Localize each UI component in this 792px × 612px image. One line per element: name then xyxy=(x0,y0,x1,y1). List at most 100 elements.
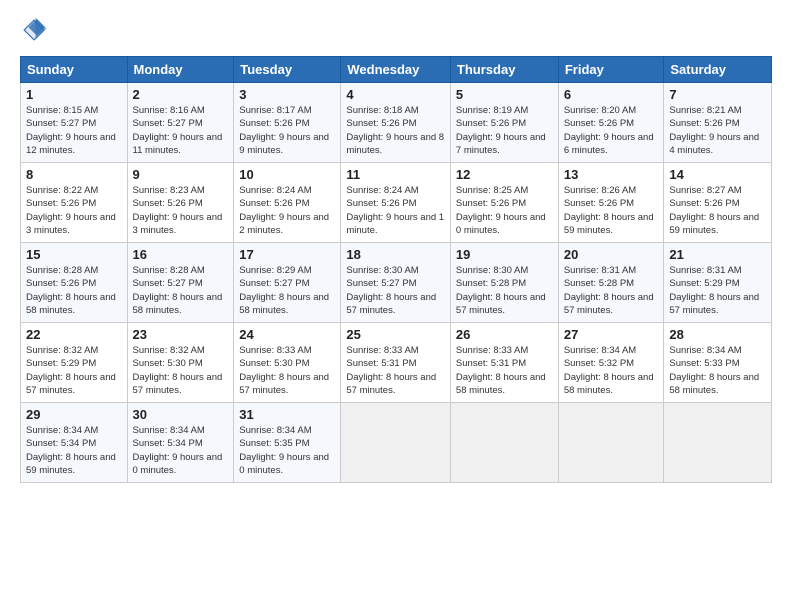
day-number: 8 xyxy=(26,167,122,182)
day-header-friday: Friday xyxy=(558,57,664,83)
calendar-cell: 2 Sunrise: 8:16 AM Sunset: 5:27 PM Dayli… xyxy=(127,83,234,163)
day-number: 13 xyxy=(564,167,659,182)
day-number: 9 xyxy=(133,167,229,182)
calendar-week-1: 8 Sunrise: 8:22 AM Sunset: 5:26 PM Dayli… xyxy=(21,163,772,243)
day-info: Sunrise: 8:23 AM Sunset: 5:26 PM Dayligh… xyxy=(133,184,229,237)
calendar-cell: 24 Sunrise: 8:33 AM Sunset: 5:30 PM Dayl… xyxy=(234,323,341,403)
calendar-cell: 29 Sunrise: 8:34 AM Sunset: 5:34 PM Dayl… xyxy=(21,403,128,483)
calendar-table: SundayMondayTuesdayWednesdayThursdayFrid… xyxy=(20,56,772,483)
day-info: Sunrise: 8:34 AM Sunset: 5:32 PM Dayligh… xyxy=(564,344,659,397)
calendar-cell: 4 Sunrise: 8:18 AM Sunset: 5:26 PM Dayli… xyxy=(341,83,451,163)
day-number: 22 xyxy=(26,327,122,342)
calendar-cell: 14 Sunrise: 8:27 AM Sunset: 5:26 PM Dayl… xyxy=(664,163,772,243)
day-info: Sunrise: 8:34 AM Sunset: 5:34 PM Dayligh… xyxy=(26,424,122,477)
day-number: 12 xyxy=(456,167,553,182)
calendar-cell xyxy=(558,403,664,483)
day-info: Sunrise: 8:34 AM Sunset: 5:33 PM Dayligh… xyxy=(669,344,766,397)
calendar-cell: 8 Sunrise: 8:22 AM Sunset: 5:26 PM Dayli… xyxy=(21,163,128,243)
day-info: Sunrise: 8:33 AM Sunset: 5:30 PM Dayligh… xyxy=(239,344,335,397)
day-number: 4 xyxy=(346,87,445,102)
day-number: 16 xyxy=(133,247,229,262)
day-info: Sunrise: 8:19 AM Sunset: 5:26 PM Dayligh… xyxy=(456,104,553,157)
day-info: Sunrise: 8:28 AM Sunset: 5:26 PM Dayligh… xyxy=(26,264,122,317)
calendar-cell: 16 Sunrise: 8:28 AM Sunset: 5:27 PM Dayl… xyxy=(127,243,234,323)
calendar-cell xyxy=(664,403,772,483)
day-header-monday: Monday xyxy=(127,57,234,83)
day-number: 15 xyxy=(26,247,122,262)
logo xyxy=(20,16,52,44)
day-number: 31 xyxy=(239,407,335,422)
calendar-cell: 20 Sunrise: 8:31 AM Sunset: 5:28 PM Dayl… xyxy=(558,243,664,323)
day-info: Sunrise: 8:16 AM Sunset: 5:27 PM Dayligh… xyxy=(133,104,229,157)
day-info: Sunrise: 8:18 AM Sunset: 5:26 PM Dayligh… xyxy=(346,104,445,157)
day-info: Sunrise: 8:32 AM Sunset: 5:29 PM Dayligh… xyxy=(26,344,122,397)
calendar-cell: 17 Sunrise: 8:29 AM Sunset: 5:27 PM Dayl… xyxy=(234,243,341,323)
day-info: Sunrise: 8:25 AM Sunset: 5:26 PM Dayligh… xyxy=(456,184,553,237)
calendar-week-4: 29 Sunrise: 8:34 AM Sunset: 5:34 PM Dayl… xyxy=(21,403,772,483)
day-info: Sunrise: 8:21 AM Sunset: 5:26 PM Dayligh… xyxy=(669,104,766,157)
calendar-week-3: 22 Sunrise: 8:32 AM Sunset: 5:29 PM Dayl… xyxy=(21,323,772,403)
calendar-cell xyxy=(341,403,451,483)
calendar-cell: 7 Sunrise: 8:21 AM Sunset: 5:26 PM Dayli… xyxy=(664,83,772,163)
calendar-cell: 3 Sunrise: 8:17 AM Sunset: 5:26 PM Dayli… xyxy=(234,83,341,163)
day-info: Sunrise: 8:22 AM Sunset: 5:26 PM Dayligh… xyxy=(26,184,122,237)
calendar-cell: 18 Sunrise: 8:30 AM Sunset: 5:27 PM Dayl… xyxy=(341,243,451,323)
day-number: 19 xyxy=(456,247,553,262)
logo-icon xyxy=(20,16,48,44)
day-header-sunday: Sunday xyxy=(21,57,128,83)
day-number: 3 xyxy=(239,87,335,102)
calendar-cell: 27 Sunrise: 8:34 AM Sunset: 5:32 PM Dayl… xyxy=(558,323,664,403)
calendar-cell xyxy=(450,403,558,483)
calendar-cell: 6 Sunrise: 8:20 AM Sunset: 5:26 PM Dayli… xyxy=(558,83,664,163)
calendar-cell: 13 Sunrise: 8:26 AM Sunset: 5:26 PM Dayl… xyxy=(558,163,664,243)
day-number: 20 xyxy=(564,247,659,262)
day-number: 2 xyxy=(133,87,229,102)
day-number: 30 xyxy=(133,407,229,422)
calendar-cell: 11 Sunrise: 8:24 AM Sunset: 5:26 PM Dayl… xyxy=(341,163,451,243)
header xyxy=(20,16,772,44)
day-info: Sunrise: 8:32 AM Sunset: 5:30 PM Dayligh… xyxy=(133,344,229,397)
calendar-cell: 9 Sunrise: 8:23 AM Sunset: 5:26 PM Dayli… xyxy=(127,163,234,243)
day-number: 27 xyxy=(564,327,659,342)
day-number: 21 xyxy=(669,247,766,262)
day-number: 7 xyxy=(669,87,766,102)
calendar-cell: 25 Sunrise: 8:33 AM Sunset: 5:31 PM Dayl… xyxy=(341,323,451,403)
day-info: Sunrise: 8:31 AM Sunset: 5:29 PM Dayligh… xyxy=(669,264,766,317)
day-number: 18 xyxy=(346,247,445,262)
day-header-wednesday: Wednesday xyxy=(341,57,451,83)
day-info: Sunrise: 8:33 AM Sunset: 5:31 PM Dayligh… xyxy=(456,344,553,397)
day-number: 29 xyxy=(26,407,122,422)
day-info: Sunrise: 8:24 AM Sunset: 5:26 PM Dayligh… xyxy=(239,184,335,237)
calendar-header-row: SundayMondayTuesdayWednesdayThursdayFrid… xyxy=(21,57,772,83)
day-header-thursday: Thursday xyxy=(450,57,558,83)
calendar-cell: 1 Sunrise: 8:15 AM Sunset: 5:27 PM Dayli… xyxy=(21,83,128,163)
day-info: Sunrise: 8:15 AM Sunset: 5:27 PM Dayligh… xyxy=(26,104,122,157)
day-info: Sunrise: 8:28 AM Sunset: 5:27 PM Dayligh… xyxy=(133,264,229,317)
calendar-cell: 5 Sunrise: 8:19 AM Sunset: 5:26 PM Dayli… xyxy=(450,83,558,163)
calendar-cell: 31 Sunrise: 8:34 AM Sunset: 5:35 PM Dayl… xyxy=(234,403,341,483)
calendar-cell: 21 Sunrise: 8:31 AM Sunset: 5:29 PM Dayl… xyxy=(664,243,772,323)
day-info: Sunrise: 8:20 AM Sunset: 5:26 PM Dayligh… xyxy=(564,104,659,157)
calendar-cell: 10 Sunrise: 8:24 AM Sunset: 5:26 PM Dayl… xyxy=(234,163,341,243)
calendar-week-0: 1 Sunrise: 8:15 AM Sunset: 5:27 PM Dayli… xyxy=(21,83,772,163)
day-info: Sunrise: 8:27 AM Sunset: 5:26 PM Dayligh… xyxy=(669,184,766,237)
day-number: 14 xyxy=(669,167,766,182)
day-info: Sunrise: 8:26 AM Sunset: 5:26 PM Dayligh… xyxy=(564,184,659,237)
day-info: Sunrise: 8:33 AM Sunset: 5:31 PM Dayligh… xyxy=(346,344,445,397)
day-number: 5 xyxy=(456,87,553,102)
day-number: 17 xyxy=(239,247,335,262)
calendar-cell: 15 Sunrise: 8:28 AM Sunset: 5:26 PM Dayl… xyxy=(21,243,128,323)
calendar-cell: 19 Sunrise: 8:30 AM Sunset: 5:28 PM Dayl… xyxy=(450,243,558,323)
day-info: Sunrise: 8:29 AM Sunset: 5:27 PM Dayligh… xyxy=(239,264,335,317)
calendar-week-2: 15 Sunrise: 8:28 AM Sunset: 5:26 PM Dayl… xyxy=(21,243,772,323)
day-number: 23 xyxy=(133,327,229,342)
day-info: Sunrise: 8:34 AM Sunset: 5:34 PM Dayligh… xyxy=(133,424,229,477)
day-number: 24 xyxy=(239,327,335,342)
day-info: Sunrise: 8:31 AM Sunset: 5:28 PM Dayligh… xyxy=(564,264,659,317)
calendar-cell: 22 Sunrise: 8:32 AM Sunset: 5:29 PM Dayl… xyxy=(21,323,128,403)
calendar-cell: 30 Sunrise: 8:34 AM Sunset: 5:34 PM Dayl… xyxy=(127,403,234,483)
calendar-cell: 23 Sunrise: 8:32 AM Sunset: 5:30 PM Dayl… xyxy=(127,323,234,403)
day-info: Sunrise: 8:24 AM Sunset: 5:26 PM Dayligh… xyxy=(346,184,445,237)
calendar-cell: 12 Sunrise: 8:25 AM Sunset: 5:26 PM Dayl… xyxy=(450,163,558,243)
page: SundayMondayTuesdayWednesdayThursdayFrid… xyxy=(0,0,792,493)
